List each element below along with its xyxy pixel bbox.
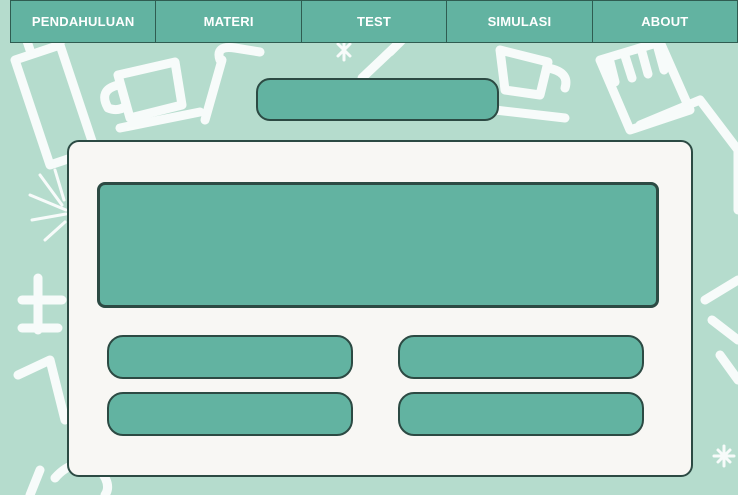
question-display [97, 182, 659, 308]
nav-item-simulasi[interactable]: SIMULASI [447, 1, 593, 42]
nav-item-pendahuluan[interactable]: PENDAHULUAN [11, 1, 157, 42]
answer-option-b[interactable] [398, 335, 644, 379]
sparkle-icon [712, 444, 736, 468]
burst-icon [28, 168, 68, 242]
quiz-title-banner [256, 78, 499, 121]
flask-icon [200, 43, 265, 125]
nav-item-materi[interactable]: MATERI [156, 1, 302, 42]
top-navigation: PENDAHULUAN MATERI TEST SIMULASI ABOUT [10, 0, 738, 43]
cup-icon [490, 45, 571, 123]
nav-item-test[interactable]: TEST [302, 1, 448, 42]
answer-option-c[interactable] [107, 392, 353, 436]
answer-option-a[interactable] [107, 335, 353, 379]
stand-icon [17, 273, 67, 335]
cup-icon [100, 57, 205, 133]
syringe-icon [700, 275, 738, 385]
answer-option-d[interactable] [398, 392, 644, 436]
nav-item-about[interactable]: ABOUT [593, 1, 737, 42]
sparkle-icon [336, 38, 352, 62]
app-stage: PENDAHULUAN MATERI TEST SIMULASI ABOUT [0, 0, 738, 495]
